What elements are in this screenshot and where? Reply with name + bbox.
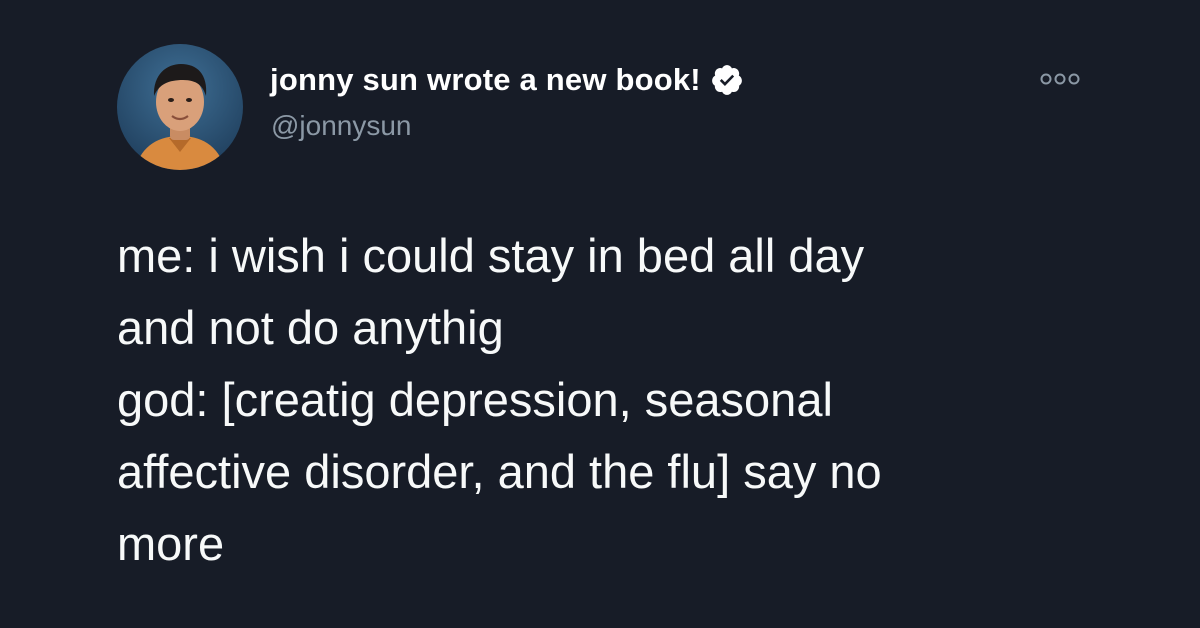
avatar[interactable] xyxy=(117,44,243,170)
tweet-card: jonny sun wrote a new book! @jonnysun me… xyxy=(0,0,1200,628)
more-options-icon[interactable] xyxy=(1036,66,1084,92)
profile-photo-icon xyxy=(117,44,243,170)
verified-badge-icon xyxy=(710,63,744,97)
tweet-text-line: god: [creatig depression, seasonal xyxy=(117,373,833,426)
tweet-text-line: and not do anythig xyxy=(117,301,504,354)
author-handle[interactable]: @jonnysun xyxy=(271,110,412,142)
tweet-text-line: affective disorder, and the flu] say no xyxy=(117,445,882,498)
author-display-name[interactable]: jonny sun wrote a new book! xyxy=(270,62,701,98)
tweet-text-line: me: i wish i could stay in bed all day xyxy=(117,229,865,282)
tweet-text: me: i wish i could stay in bed all day a… xyxy=(117,220,1117,580)
tweet-text-line: more xyxy=(117,517,225,570)
author-name-row: jonny sun wrote a new book! xyxy=(270,60,744,100)
